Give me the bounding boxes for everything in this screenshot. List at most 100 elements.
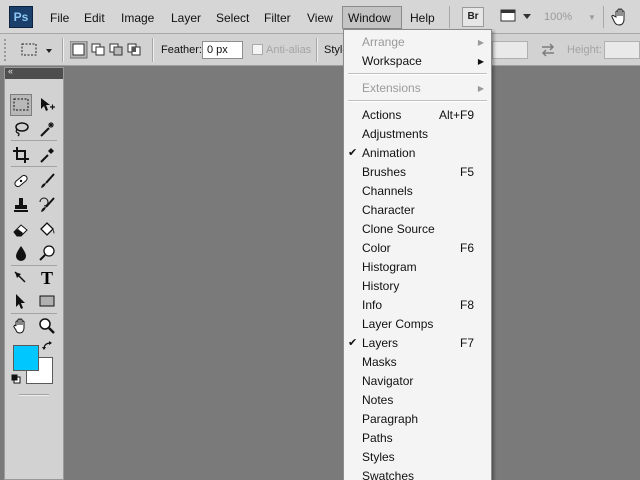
foreground-color-swatch[interactable]: [13, 345, 39, 371]
window-menu-item-workspace[interactable]: Workspace ▶: [344, 52, 491, 71]
brush-tool[interactable]: [36, 170, 58, 192]
antialias-checkbox[interactable]: [252, 44, 263, 55]
options-bar: Feather: Anti-alias Style Height:: [0, 34, 640, 66]
view-extras-icon: [500, 9, 531, 22]
eraser-tool[interactable]: [10, 218, 32, 240]
window-menu-item-swatches[interactable]: Swatches: [344, 467, 491, 480]
zoom-level-dropdown[interactable]: 100% ▼: [544, 9, 600, 26]
window-menu-item-color[interactable]: Color F6: [344, 239, 491, 258]
blur-tool[interactable]: [10, 242, 32, 264]
window-menu-item-animation[interactable]: ✔ Animation: [344, 144, 491, 163]
height-label: Height:: [567, 44, 602, 56]
chevron-down-icon: ▼: [588, 13, 596, 22]
window-menu-item-clone-source[interactable]: Clone Source: [344, 220, 491, 239]
menu-item-label: Masks: [362, 355, 397, 369]
type-icon: T: [40, 268, 53, 288]
width-input[interactable]: [492, 41, 528, 59]
menu-item-label: Layer Comps: [362, 317, 434, 331]
bandage-icon: [14, 174, 28, 188]
pen-icon: [14, 271, 26, 283]
menu-layer[interactable]: Layer: [171, 10, 201, 26]
menu-select[interactable]: Select: [216, 10, 249, 26]
window-menu-item-adjustments[interactable]: Adjustments: [344, 125, 491, 144]
spot-healing-brush-tool[interactable]: [10, 170, 32, 192]
rectangle-shape-icon: [39, 295, 55, 307]
checkmark-icon: ✔: [348, 147, 358, 159]
window-menu-item-histogram[interactable]: Histogram: [344, 258, 491, 277]
menu-item-shortcut: Alt+F9: [438, 108, 474, 122]
new-selection-button[interactable]: [70, 41, 87, 59]
antialias-label: Anti-alias: [266, 44, 312, 56]
tools-divider: [11, 313, 57, 314]
options-divider: [316, 38, 318, 62]
window-menu-item-notes[interactable]: Notes: [344, 391, 491, 410]
menu-item-label: Extensions: [362, 81, 421, 95]
hand-tool[interactable]: [10, 315, 32, 337]
menu-item-label: Info: [362, 298, 383, 312]
magic-wand-tool[interactable]: [36, 118, 58, 140]
window-menu-item-masks[interactable]: Masks: [344, 353, 491, 372]
window-menu-item-navigator[interactable]: Navigator: [344, 372, 491, 391]
menu-filter[interactable]: Filter: [264, 10, 291, 26]
swap-colors-button[interactable]: [42, 340, 54, 352]
subtract-from-selection-button[interactable]: [108, 41, 124, 59]
submenu-arrow-icon: ▶: [477, 38, 484, 47]
zoom-tool[interactable]: [36, 315, 58, 337]
menu-edit[interactable]: Edit: [84, 10, 105, 26]
paint-bucket-tool[interactable]: [36, 218, 58, 240]
tools-panel-header[interactable]: «: [5, 66, 63, 79]
swap-arrow-icon: [42, 341, 52, 350]
window-menu-item-layer-comps[interactable]: Layer Comps: [344, 315, 491, 334]
options-bar-grip[interactable]: [4, 39, 10, 61]
menu-item-label: Brushes: [362, 165, 407, 179]
height-input[interactable]: [604, 41, 640, 59]
tools-panel: « T: [4, 66, 64, 480]
menu-help[interactable]: Help: [410, 10, 435, 26]
photoshop-logo: Ps: [9, 6, 33, 28]
window-menu-item-styles[interactable]: Styles: [344, 448, 491, 467]
default-colors-button[interactable]: [11, 373, 21, 384]
history-brush-tool[interactable]: [36, 194, 58, 216]
window-menu-item-character[interactable]: Character: [344, 201, 491, 220]
window-menu-item-paragraph[interactable]: Paragraph: [344, 410, 491, 429]
rectangular-marquee-tool[interactable]: [10, 94, 32, 116]
view-extras-button[interactable]: [498, 7, 534, 27]
window-menu-item-actions[interactable]: Actions Alt+F9: [344, 106, 491, 125]
window-menu-item-layers[interactable]: ✔ Layers F7: [344, 334, 491, 353]
pen-tool[interactable]: [10, 267, 32, 289]
menubar-divider: [449, 6, 450, 28]
feather-input[interactable]: [202, 41, 243, 59]
menu-image[interactable]: Image: [121, 10, 154, 26]
window-menu-item-history[interactable]: History: [344, 277, 491, 296]
window-menu-item-info[interactable]: Info F8: [344, 296, 491, 315]
move-tool[interactable]: [36, 94, 58, 116]
crop-tool[interactable]: [10, 144, 32, 166]
menu-item-label: History: [362, 279, 400, 293]
menu-view[interactable]: View: [307, 10, 333, 26]
eyedropper-tool[interactable]: [36, 144, 58, 166]
clone-stamp-tool[interactable]: [10, 194, 32, 216]
menu-file[interactable]: File: [50, 10, 69, 26]
lasso-tool[interactable]: [10, 118, 32, 140]
feather-label: Feather:: [161, 44, 202, 56]
bridge-button[interactable]: Br: [462, 7, 484, 27]
window-menu-item-paths[interactable]: Paths: [344, 429, 491, 448]
menu-item-label: Navigator: [362, 374, 414, 388]
intersect-selection-button[interactable]: [126, 41, 142, 59]
swap-width-height-button[interactable]: [540, 43, 556, 57]
path-selection-tool[interactable]: [10, 290, 32, 312]
dodge-tool[interactable]: [36, 242, 58, 264]
window-menu-item-brushes[interactable]: Brushes F5: [344, 163, 491, 182]
menubar-divider: [603, 6, 604, 28]
magic-wand-icon: [40, 122, 54, 137]
menu-window[interactable]: Window: [348, 10, 391, 26]
window-menu-item-channels[interactable]: Channels: [344, 182, 491, 201]
collapse-panel-icon[interactable]: «: [8, 66, 13, 76]
path-selection-arrow-icon: [16, 294, 25, 309]
tool-preset-picker[interactable]: [16, 40, 58, 60]
menu-item-label: Paths: [362, 431, 393, 445]
type-tool[interactable]: T: [36, 267, 58, 289]
rectangle-shape-tool[interactable]: [36, 290, 58, 312]
add-to-selection-button[interactable]: [90, 41, 106, 59]
hand-tool-button[interactable]: [610, 6, 634, 28]
